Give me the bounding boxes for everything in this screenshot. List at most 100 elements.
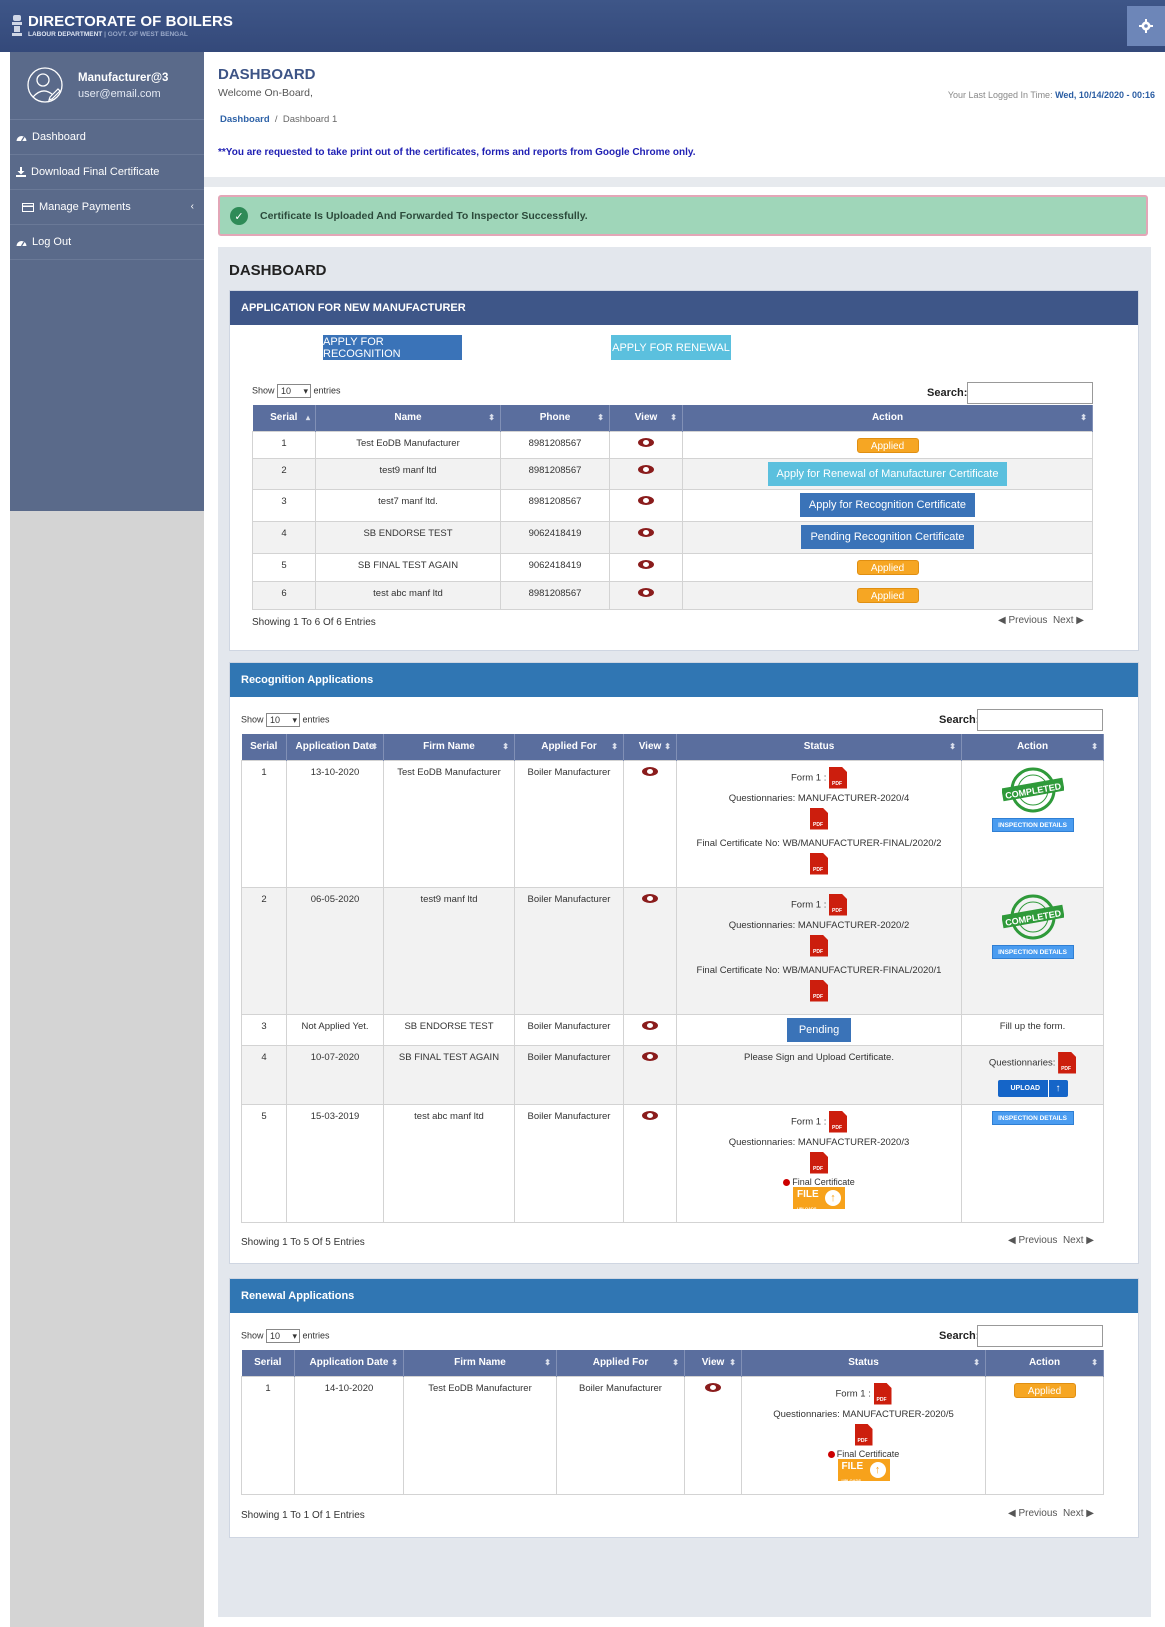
user-avatar-icon [27,67,63,103]
sidebar-item-dashboard[interactable]: Dashboard [10,120,204,155]
page-size-select[interactable]: 10 [266,713,301,727]
sidebar-item-label: Log Out [32,236,72,248]
apply-for-recognition-button[interactable]: APPLY FOR RECOGNITION [323,335,462,360]
col-name[interactable]: Name ⬍ [315,405,501,431]
pending-button[interactable]: Pending [786,1017,852,1042]
applied-badge[interactable]: Applied [856,559,919,575]
cell-date: 15-03-2019 [286,1103,384,1223]
cell-view [609,552,683,582]
col-application-date[interactable]: Application Date ⬍ [286,734,384,760]
eye-icon[interactable] [638,437,654,447]
upload-button[interactable]: UPLOAD ↑ [997,1079,1068,1097]
inspection-details-button[interactable]: INSPECTION DETAILS [991,944,1074,959]
table-row: 5 15-03-2019 test abc manf ltd Boiler Ma… [241,1103,1104,1223]
eye-icon[interactable] [638,559,654,569]
applied-badge[interactable]: Applied [856,437,919,453]
page-size-select[interactable]: 10 [277,384,312,398]
applied-badge[interactable]: Applied [856,587,919,603]
inspection-details-button[interactable]: INSPECTION DETAILS [991,817,1074,832]
welcome-text: Welcome On-Board, [218,87,313,99]
pending-recognition-certificate-button[interactable]: Pending Recognition Certificate [801,524,974,549]
previous-button[interactable]: ◀ Previous [1008,1508,1057,1519]
sidebar-item-download-final-certificate[interactable]: Download Final Certificate [10,155,204,190]
eye-icon[interactable] [638,527,654,537]
col-serial[interactable]: Serial ▴ [252,405,316,431]
next-button[interactable]: Next ▶ [1063,1508,1094,1519]
questionnaire-label: Questionnaries: MANUFACTURER-2020/4 [728,792,910,804]
col-applied-for[interactable]: Applied For ⬍ [514,734,624,760]
eye-icon[interactable] [638,495,654,505]
col-serial[interactable]: Serial [241,1350,295,1376]
breadcrumb-home[interactable]: Dashboard [220,114,270,125]
emblem-icon [12,15,22,36]
apply-for-renewal-button[interactable]: APPLY FOR RENEWAL [611,335,731,360]
eye-icon[interactable] [642,1051,658,1061]
search-input[interactable] [967,382,1093,404]
pdf-icon[interactable] [829,766,847,789]
previous-button[interactable]: ◀ Previous [1008,1235,1057,1246]
eye-icon[interactable] [638,464,654,474]
pdf-icon[interactable] [810,852,828,875]
pdf-icon[interactable] [873,1382,892,1405]
red-dot-icon [783,1178,791,1186]
inspection-details-button[interactable]: INSPECTION DETAILS [991,1110,1074,1125]
cell-applied-for: Boiler Manufacturer [514,1044,624,1105]
eye-icon[interactable] [642,766,658,776]
eye-icon[interactable] [642,1020,658,1030]
sidebar-item-manage-payments[interactable]: Manage Payments ‹ [10,190,204,225]
pdf-icon[interactable] [810,1151,828,1174]
col-view[interactable]: View ⬍ [623,734,677,760]
upload-arrow-icon: ↑ [1047,1079,1068,1097]
cell-action: Applied [682,430,1093,459]
applied-badge[interactable]: Applied [1013,1382,1076,1398]
eye-icon[interactable] [642,893,658,903]
page-size-select[interactable]: 10 [266,1329,301,1343]
col-action[interactable]: Action ⬍ [682,405,1093,431]
cell-action: Pending Recognition Certificate [682,520,1093,554]
cell-action: Fill up the form. [961,1013,1104,1046]
settings-button[interactable] [1127,6,1165,46]
pdf-icon[interactable] [810,934,828,957]
pdf-icon[interactable] [810,979,828,1002]
pdf-icon[interactable] [829,893,847,916]
renewal-applications-panel: Renewal Applications Show 10 entries Sea… [229,1278,1139,1538]
recognition-table: Serial Application Date ⬍ Firm Name ⬍ Appl… [241,734,1104,1223]
apply-renewal-button[interactable]: Apply for Renewal of Manufacturer Certif… [767,461,1008,486]
file-upload-button[interactable]: FILE UPLOADS ↑ [793,1186,845,1211]
col-firm-name[interactable]: Firm Name ⬍ [383,734,515,760]
col-status[interactable]: Status ⬍ [741,1350,986,1376]
pdf-icon[interactable] [829,1110,847,1133]
col-status[interactable]: Status ⬍ [676,734,962,760]
search-input[interactable] [977,709,1103,731]
table-row: 3 Not Applied Yet. SB ENDORSE TEST Boile… [241,1013,1104,1046]
previous-button[interactable]: ◀ Previous [998,615,1047,626]
col-applied-for[interactable]: Applied For ⬍ [556,1350,685,1376]
pdf-icon[interactable] [810,807,828,830]
pdf-icon[interactable] [854,1423,873,1446]
cell-applied-for: Boiler Manufacturer [514,759,624,888]
file-upload-button[interactable]: FILE UPLOADS ↑ [837,1458,890,1483]
search-input[interactable] [977,1325,1103,1347]
col-firm-name[interactable]: Firm Name ⬍ [403,1350,557,1376]
col-action[interactable]: Action ⬍ [961,734,1104,760]
cell-serial: 3 [241,1013,287,1046]
final-certificate-label: Final Certificate No: WB/MANUFACTURER-FI… [696,837,942,849]
col-view[interactable]: View ⬍ [609,405,683,431]
col-serial[interactable]: Serial [241,734,287,760]
pdf-icon[interactable] [1058,1051,1077,1074]
eye-icon[interactable] [642,1110,658,1120]
col-view[interactable]: View ⬍ [684,1350,742,1376]
cell-status: Form 1 : Questionnaries: MANUFACTURER-20… [676,759,962,888]
next-button[interactable]: Next ▶ [1053,615,1084,626]
apply-recognition-certificate-button[interactable]: Apply for Recognition Certificate [799,492,976,517]
eye-icon[interactable] [705,1382,721,1392]
next-button[interactable]: Next ▶ [1063,1235,1094,1246]
col-action[interactable]: Action ⬍ [985,1350,1104,1376]
eye-icon[interactable] [638,587,654,597]
gear-icon [1139,19,1153,33]
final-certificate-label: Final Certificate No: WB/MANUFACTURER-FI… [696,964,942,976]
sidebar-item-log-out[interactable]: Log Out [10,225,204,260]
breadcrumb: Dashboard / Dashboard 1 [220,114,338,125]
col-phone[interactable]: Phone ⬍ [500,405,610,431]
col-application-date[interactable]: Application Date ⬍ [294,1350,404,1376]
